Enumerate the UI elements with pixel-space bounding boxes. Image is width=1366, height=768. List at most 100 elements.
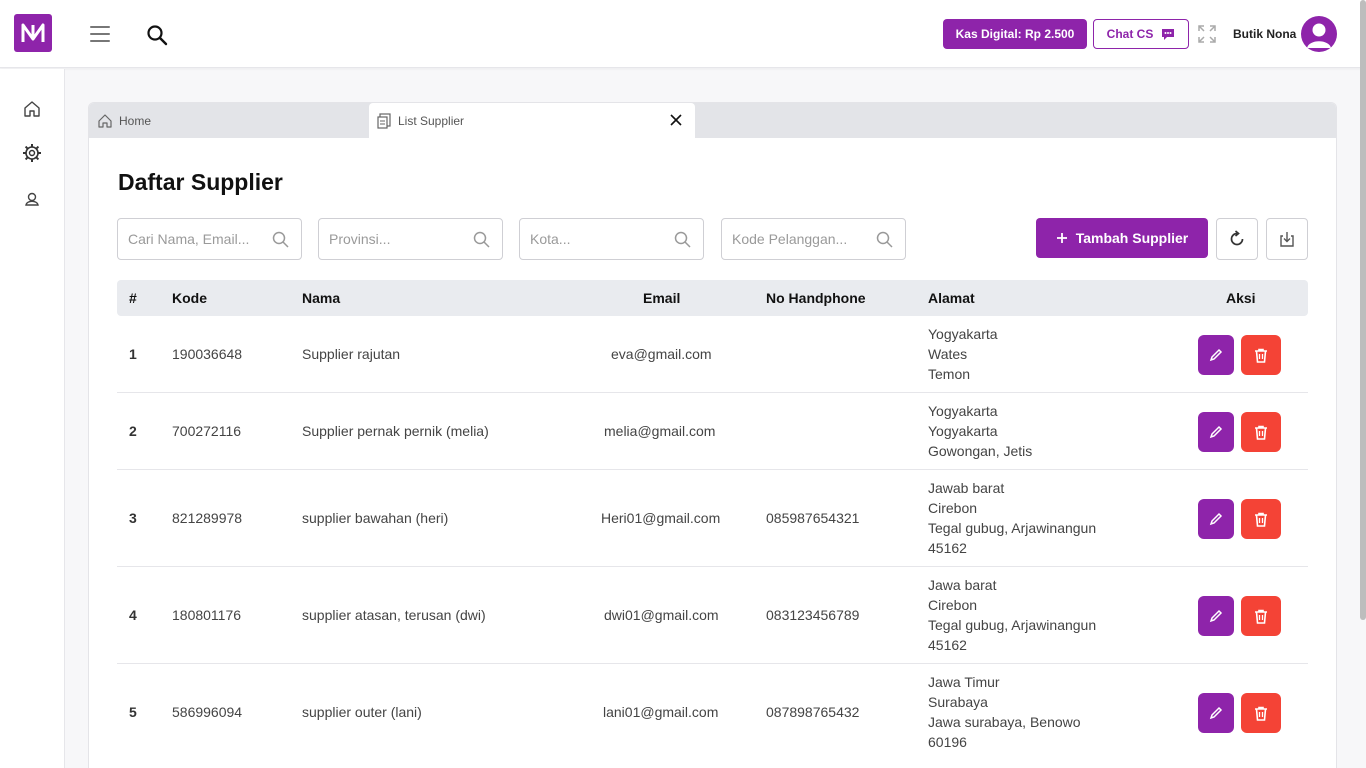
- alamat-line: 60196: [928, 734, 967, 750]
- edit-button[interactable]: [1198, 412, 1234, 452]
- trash-icon: [1255, 706, 1267, 721]
- row-number: 5: [129, 704, 137, 720]
- trash-icon: [1255, 609, 1267, 624]
- document-icon: [377, 112, 391, 129]
- alamat-line: Gowongan, Jetis: [928, 443, 1033, 459]
- delete-button[interactable]: [1241, 693, 1281, 733]
- table-row: 5 586996094 supplier outer (lani) lani01…: [117, 664, 1308, 761]
- row-email: melia@gmail.com: [604, 423, 716, 439]
- kas-digital-button[interactable]: Kas Digital: Rp 2.500: [943, 19, 1087, 49]
- row-nama: Supplier pernak pernik (melia): [302, 423, 489, 439]
- tab-home[interactable]: Home: [89, 103, 369, 138]
- search-icon[interactable]: [146, 24, 168, 46]
- row-alamat: Yogyakarta Yogyakarta Gowongan, Jetis: [928, 401, 1032, 461]
- row-email: Heri01@gmail.com: [601, 510, 721, 526]
- row-email: dwi01@gmail.com: [604, 607, 719, 623]
- alamat-line: Yogyakarta: [928, 326, 998, 342]
- table-row: 4 180801176 supplier atasan, terusan (dw…: [117, 567, 1308, 664]
- row-phone: 085987654321: [766, 510, 860, 526]
- pencil-icon: [1209, 348, 1223, 362]
- gear-icon[interactable]: [22, 143, 42, 163]
- edit-button[interactable]: [1198, 499, 1234, 539]
- row-nama: Supplier rajutan: [302, 346, 401, 362]
- header-email: Email: [643, 290, 681, 306]
- delete-button[interactable]: [1241, 335, 1281, 375]
- chat-bubble-icon: [1162, 28, 1175, 40]
- kota-input[interactable]: [530, 219, 670, 259]
- trash-icon: [1255, 425, 1267, 440]
- row-email: eva@gmail.com: [611, 346, 712, 362]
- alamat-line: Cirebon: [928, 597, 978, 613]
- search-icon: [674, 231, 691, 248]
- alamat-line: Yogyakarta: [928, 423, 998, 439]
- kota-filter: [519, 218, 704, 260]
- alamat-line: Wates: [928, 346, 968, 362]
- add-supplier-button[interactable]: Tambah Supplier: [1036, 218, 1208, 258]
- row-kode: 190036648: [172, 346, 243, 362]
- refresh-icon: [1230, 230, 1244, 246]
- alamat-line: Temon: [928, 366, 971, 382]
- alamat-line: Cirebon: [928, 500, 978, 516]
- alamat-line: Tegal gubug, Arjawinangun: [928, 520, 1097, 536]
- page-scrollbar[interactable]: [1360, 0, 1366, 620]
- hamburger-line: [90, 33, 110, 35]
- delete-button[interactable]: [1241, 499, 1281, 539]
- delete-button[interactable]: [1241, 596, 1281, 636]
- download-icon: [1280, 232, 1294, 247]
- app-logo[interactable]: [14, 14, 52, 52]
- row-alamat: Jawab barat Cirebon Tegal gubug, Arjawin…: [928, 478, 1096, 558]
- kode-pelanggan-input[interactable]: [732, 219, 872, 259]
- search-icon: [272, 231, 289, 248]
- table-row: 2 700272116 Supplier pernak pernik (meli…: [117, 393, 1308, 470]
- menu-toggle-button[interactable]: [90, 26, 110, 42]
- chat-cs-button[interactable]: Chat CS: [1093, 19, 1189, 49]
- close-icon[interactable]: [669, 113, 683, 127]
- user-name[interactable]: Butik Nona: [1233, 27, 1296, 41]
- row-nama: supplier outer (lani): [302, 704, 422, 720]
- edit-button[interactable]: [1198, 335, 1234, 375]
- row-kode: 700272116: [172, 423, 242, 439]
- row-kode: 821289978: [172, 510, 243, 526]
- alamat-line: Jawa Timur: [928, 674, 1000, 690]
- delete-button[interactable]: [1241, 412, 1281, 452]
- row-nama: supplier atasan, terusan (dwi): [302, 607, 486, 623]
- table-row: 3 821289978 supplier bawahan (heri) Heri…: [117, 470, 1308, 567]
- row-phone: 087898765432: [766, 704, 860, 720]
- edit-button[interactable]: [1198, 596, 1234, 636]
- refresh-button[interactable]: [1216, 218, 1258, 260]
- avatar[interactable]: [1301, 16, 1337, 52]
- alamat-line: Tegal gubug, Arjawinangun: [928, 617, 1097, 633]
- search-icon: [876, 231, 893, 248]
- header-alamat: Alamat: [928, 290, 975, 306]
- alamat-line: Jawa barat: [928, 577, 997, 593]
- add-supplier-label: Tambah Supplier: [1075, 230, 1189, 246]
- kas-digital-label: Kas Digital: Rp 2.500: [955, 27, 1075, 41]
- top-bar: Kas Digital: Rp 2.500 Chat CS Butik Nona: [0, 0, 1366, 68]
- edit-button[interactable]: [1198, 693, 1234, 733]
- pencil-icon: [1209, 425, 1223, 439]
- tab-bar: Home List Supplier: [89, 103, 1336, 138]
- header-nama: Nama: [302, 290, 341, 306]
- row-alamat: Jawa barat Cirebon Tegal gubug, Arjawina…: [928, 575, 1096, 655]
- home-icon[interactable]: [22, 99, 42, 119]
- chat-cs-label: Chat CS: [1106, 27, 1154, 41]
- page-title: Daftar Supplier: [118, 169, 283, 195]
- tab-list-supplier[interactable]: List Supplier: [369, 103, 695, 138]
- provinsi-input[interactable]: [329, 219, 469, 259]
- alamat-line: Yogyakarta: [928, 403, 998, 419]
- search-filter: [117, 218, 302, 260]
- header-aksi: Aksi: [1226, 290, 1256, 306]
- row-number: 1: [129, 346, 137, 362]
- table-row: 1 190036648 Supplier rajutan eva@gmail.c…: [117, 316, 1308, 393]
- hamburger-line: [90, 26, 110, 28]
- pencil-icon: [1209, 609, 1223, 623]
- row-number: 3: [129, 510, 137, 526]
- fullscreen-icon[interactable]: [1198, 25, 1216, 43]
- user-icon: [1307, 23, 1331, 48]
- sidebar: [0, 69, 65, 768]
- user-icon[interactable]: [22, 189, 42, 209]
- row-alamat: Yogyakarta Wates Temon: [928, 324, 998, 384]
- logo-icon: [21, 23, 45, 42]
- export-button[interactable]: [1266, 218, 1308, 260]
- search-input[interactable]: [128, 219, 268, 259]
